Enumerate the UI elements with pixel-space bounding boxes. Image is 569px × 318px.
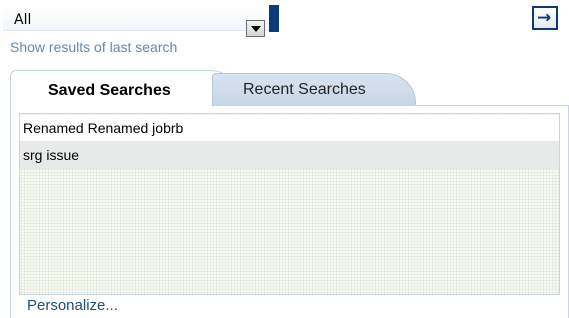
list-item[interactable]: Renamed Renamed jobrb [20,115,559,142]
search-scope-select[interactable]: All [3,6,274,37]
saved-searches-panel: Renamed Renamed jobrb srg issue Personal… [10,106,569,318]
chevron-down-icon [251,26,261,32]
saved-searches-list[interactable]: Renamed Renamed jobrb srg issue [19,113,560,295]
tab-label: Recent Searches [243,81,366,98]
arrow-right-icon: → [537,8,552,28]
tab-saved-searches[interactable]: Saved Searches [10,70,242,106]
search-tabs: Saved Searches Recent Searches [0,70,569,106]
dropdown-button[interactable] [246,20,265,37]
personalize-link[interactable]: Personalize... [27,297,118,314]
tab-recent-searches[interactable]: Recent Searches [212,73,416,106]
search-scope-row: All → [0,0,569,37]
tab-label: Saved Searches [48,82,171,99]
list-item[interactable]: srg issue [20,142,559,169]
search-scope-value: All [14,12,32,28]
go-button[interactable]: → [532,6,558,30]
select-focus-bar [269,5,279,32]
show-results-link[interactable]: Show results of last search [10,39,177,55]
